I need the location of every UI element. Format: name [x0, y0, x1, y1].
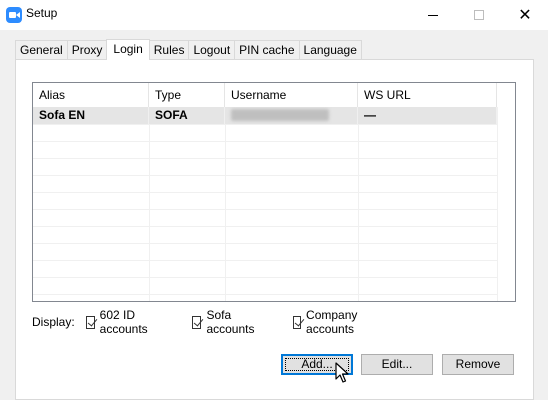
grid-row-line [33, 226, 497, 227]
grid-row-line [33, 243, 497, 244]
table-row[interactable]: Sofa EN SOFA — [33, 107, 497, 124]
grid-column-line [358, 107, 359, 301]
checkbox-checked-icon[interactable] [293, 315, 302, 329]
checkbox-checked-icon[interactable] [86, 315, 95, 329]
alias-cell: Sofa EN [33, 107, 149, 124]
close-icon: ✕ [518, 7, 532, 24]
close-button[interactable]: ✕ [502, 0, 548, 30]
checkbox-602-id-accounts[interactable]: 602 ID accounts [86, 308, 152, 336]
accounts-list[interactable]: Alias Type Username WS URL Sofa EN SOFA … [32, 82, 516, 302]
grid-row-line [33, 124, 497, 125]
maximize-icon [474, 10, 484, 20]
username-cell [225, 107, 358, 124]
window-title: Setup [26, 6, 58, 20]
grid-column-line [149, 107, 150, 301]
checkbox-label: Company accounts [306, 308, 358, 336]
column-header-alias[interactable]: Alias [33, 83, 149, 107]
grid-column-line [225, 107, 226, 301]
column-header-username[interactable]: Username [225, 83, 358, 107]
mouse-cursor-icon [335, 362, 349, 383]
maximize-button[interactable] [456, 0, 502, 30]
checkbox-company-accounts[interactable]: Company accounts [293, 308, 362, 336]
grid-row-line [33, 209, 497, 210]
redacted-username [231, 109, 329, 121]
display-label: Display: [32, 315, 75, 329]
column-header-type[interactable]: Type [149, 83, 225, 107]
tab-rules[interactable]: Rules [148, 40, 190, 59]
header-filler [497, 83, 515, 107]
checkbox-sofa-accounts[interactable]: Sofa accounts [192, 308, 258, 336]
grid-column-line [497, 107, 498, 301]
grid-row-line [33, 192, 497, 193]
tab-language[interactable]: Language [298, 40, 362, 59]
grid-row-line [33, 158, 497, 159]
column-header-ws-url[interactable]: WS URL [358, 83, 497, 107]
remove-button[interactable]: Remove [442, 354, 514, 375]
tab-logout[interactable]: Logout [188, 40, 236, 59]
grid-row-line [33, 141, 497, 142]
edit-button-label: Edit... [381, 357, 413, 371]
tab-general[interactable]: General [15, 40, 68, 59]
video-camera-icon [6, 7, 22, 23]
minimize-icon [428, 14, 438, 16]
tab-strip: General Proxy Login Rules Logout PIN cac… [15, 39, 362, 60]
grid-row-line [33, 175, 497, 176]
checkbox-label: 602 ID accounts [99, 308, 148, 336]
grid-row-line [33, 277, 497, 278]
tab-proxy[interactable]: Proxy [66, 40, 108, 59]
remove-button-label: Remove [455, 357, 501, 371]
edit-button[interactable]: Edit... [361, 354, 433, 375]
title-bar: Setup ✕ [0, 0, 548, 30]
ws-url-cell: — [358, 107, 497, 124]
grid-row-line [33, 294, 497, 295]
tab-login[interactable]: Login [106, 39, 150, 60]
checkbox-label: Sofa accounts [206, 308, 255, 336]
list-header: Alias Type Username WS URL [33, 83, 497, 107]
type-cell: SOFA [149, 107, 225, 124]
grid-row-line [33, 260, 497, 261]
minimize-button[interactable] [410, 0, 456, 30]
tab-pin-cache[interactable]: PIN cache [234, 40, 300, 59]
checkbox-checked-icon[interactable] [192, 315, 202, 329]
